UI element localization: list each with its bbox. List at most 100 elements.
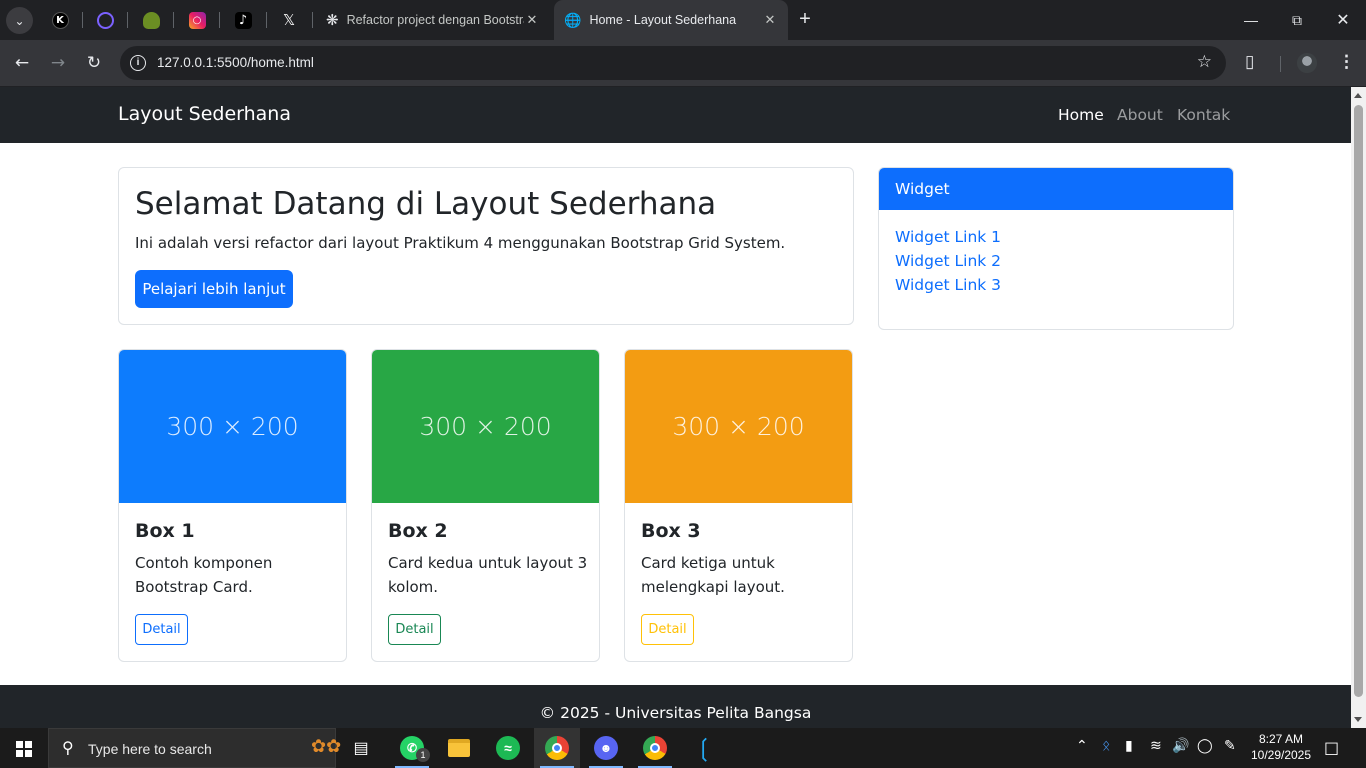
box-card-1: 300 × 200 Box 1 Contoh komponen Bootstra… [118,349,347,662]
notifications-icon[interactable]: □ [1324,738,1339,757]
bookmark-star-icon[interactable]: ☆ [1197,52,1212,72]
scrollbar-thumb[interactable] [1354,105,1363,697]
widget-link-1[interactable]: Widget Link 1 [895,228,1001,246]
detail-button[interactable]: Detail [641,614,694,645]
hero-title: Selamat Datang di Layout Sederhana [135,186,717,222]
taskbar-spotify[interactable]: ≈ [485,728,531,768]
back-arrow-icon[interactable]: ← [10,51,34,75]
bluetooth-icon[interactable]: ᛟ [1102,738,1110,754]
widget-header: Widget [879,168,1233,210]
windows-taskbar: ⚲ Type here to search ✿✿ ▤ ✆ 1 ≈ ☻ ❲ ⌃ ᛟ… [0,728,1366,768]
navbar-brand[interactable]: Layout Sederhana [118,103,291,125]
windows-start-icon[interactable] [16,741,32,757]
taskbar-search-box[interactable]: ⚲ Type here to search ✿✿ [48,728,341,768]
pinned-tab-swirl[interactable] [83,6,127,34]
wifi-icon[interactable]: ≋ [1150,738,1162,754]
nav-link-home[interactable]: Home [1058,106,1104,124]
site-navbar: Layout Sederhana Home About Kontak [0,87,1351,143]
detail-button[interactable]: Detail [135,614,188,645]
battery-icon[interactable]: ▮ [1125,738,1133,754]
clock-time: 8:27 AM [1258,732,1304,746]
taskbar-discord[interactable]: ☻ [583,728,629,768]
pinned-tab-k[interactable]: K [38,6,82,34]
site-footer: © 2025 - Universitas Pelita Bangsa [0,685,1351,728]
task-view-icon[interactable]: ▤ [338,728,384,768]
site-info-icon[interactable]: i [130,55,146,71]
browser-toolbar: ← → ↻ i 127.0.0.1:5500/home.html ☆ ▯ ⋮ [0,40,1366,86]
box-title: Box 1 [135,520,195,542]
autumn-leaves-icon: ✿✿ [311,736,342,756]
close-tab-icon[interactable]: ✕ [762,12,778,28]
vscode-icon: ❲ [693,734,715,762]
box-text: Card kedua untuk layout 3 kolom. [388,554,588,596]
close-tab-icon[interactable]: ✕ [524,12,540,28]
page-scrollbar[interactable] [1351,87,1366,728]
box-title: Box 3 [641,520,701,542]
tab-home-layout[interactable]: 🌐 Home - Layout Sederhana ✕ [554,0,788,40]
search-icon: ⚲ [62,738,74,757]
taskbar-chrome-profile[interactable] [632,728,678,768]
taskbar-vscode[interactable]: ❲ [681,728,727,768]
extensions-puzzle-icon[interactable]: ▯ [1245,52,1254,72]
scroll-down-icon[interactable] [1354,717,1362,722]
chrome-profile-icon [643,736,667,760]
taskbar-chrome-active[interactable] [534,728,580,768]
search-placeholder[interactable]: Type here to search [88,741,212,757]
taskbar-file-explorer[interactable] [436,728,482,768]
pen-icon[interactable]: ✎ [1224,738,1236,754]
spotify-icon: ≈ [496,736,520,760]
placeholder-image: 300 × 200 [119,350,346,503]
widget-link-2[interactable]: Widget Link 2 [895,252,1001,270]
learn-more-button[interactable]: Pelajari lebih lanjut [135,270,293,308]
page-viewport: Layout Sederhana Home About Kontak Selam… [0,87,1351,728]
box-card-2: 300 × 200 Box 2 Card kedua untuk layout … [371,349,600,662]
sync-icon[interactable]: ◯ [1197,738,1213,754]
profile-avatar[interactable] [1297,53,1317,73]
taskbar-whatsapp[interactable]: ✆ 1 [389,728,435,768]
k-logo-icon: K [51,11,69,29]
pinned-tab-tiktok[interactable]: ♪ [221,6,265,34]
tab-search-chevron-icon[interactable]: ⌄ [6,7,33,34]
menu-dots-icon[interactable]: ⋮ [1338,52,1355,72]
tray-chevron-up-icon[interactable]: ⌃ [1076,738,1088,754]
chatgpt-icon: ❋ [326,12,339,29]
tab-title: Home - Layout Sederhana [589,13,737,27]
url-text[interactable]: 127.0.0.1:5500/home.html [157,55,314,70]
scroll-up-icon[interactable] [1354,93,1362,98]
forward-arrow-icon[interactable]: → [46,51,70,75]
pinned-tab-x[interactable]: 𝕏 [267,6,311,34]
tiktok-icon: ♪ [234,11,252,29]
detail-button[interactable]: Detail [388,614,441,645]
box-text: Card ketiga untuk melengkapi layout. [641,554,785,596]
hero-text: Ini adalah versi refactor dari layout Pr… [135,234,786,252]
widget-link-3[interactable]: Widget Link 3 [895,276,1001,294]
nav-link-kontak[interactable]: Kontak [1177,106,1230,124]
close-window-icon[interactable]: ✕ [1320,0,1366,40]
reload-icon[interactable]: ↻ [82,51,106,75]
box-card-3: 300 × 200 Box 3 Card ketiga untuk meleng… [624,349,853,662]
taskbar-clock[interactable]: 8:27 AM 10/29/2025 [1248,731,1314,763]
clock-date: 10/29/2025 [1250,748,1312,762]
notification-badge: 1 [416,748,430,762]
hero-card: Selamat Datang di Layout Sederhana Ini a… [118,167,854,325]
discord-icon: ☻ [594,736,618,760]
tab-refactor-project[interactable]: ❋ Refactor project dengan Bootstrap ✕ [316,0,550,40]
placeholder-image: 300 × 200 [625,350,852,503]
pinned-tab-instagram[interactable]: ○ [175,6,219,34]
restore-icon[interactable]: ⧉ [1274,0,1320,40]
folder-icon [448,739,470,757]
browser-tab-strip: ⌄ K ○ ♪ 𝕏 ❋ Refactor project dengan Boot… [0,0,1366,40]
nav-link-about[interactable]: About [1117,106,1163,124]
box-text: Contoh komponen Bootstrap Card. [135,554,273,596]
placeholder-image: 300 × 200 [372,350,599,503]
turtle-icon [142,11,160,29]
minimize-icon[interactable]: — [1228,0,1274,40]
widget-card: Widget Widget Link 1 Widget Link 2 Widge… [878,167,1234,330]
volume-icon[interactable]: 🔊 [1172,738,1189,754]
globe-icon: 🌐 [564,11,582,28]
pinned-tab-turtle[interactable] [129,6,173,34]
swirl-logo-icon [96,11,114,29]
address-bar[interactable]: i 127.0.0.1:5500/home.html ☆ [120,46,1226,80]
new-tab-plus-icon[interactable]: + [794,9,816,31]
box-title: Box 2 [388,520,448,542]
